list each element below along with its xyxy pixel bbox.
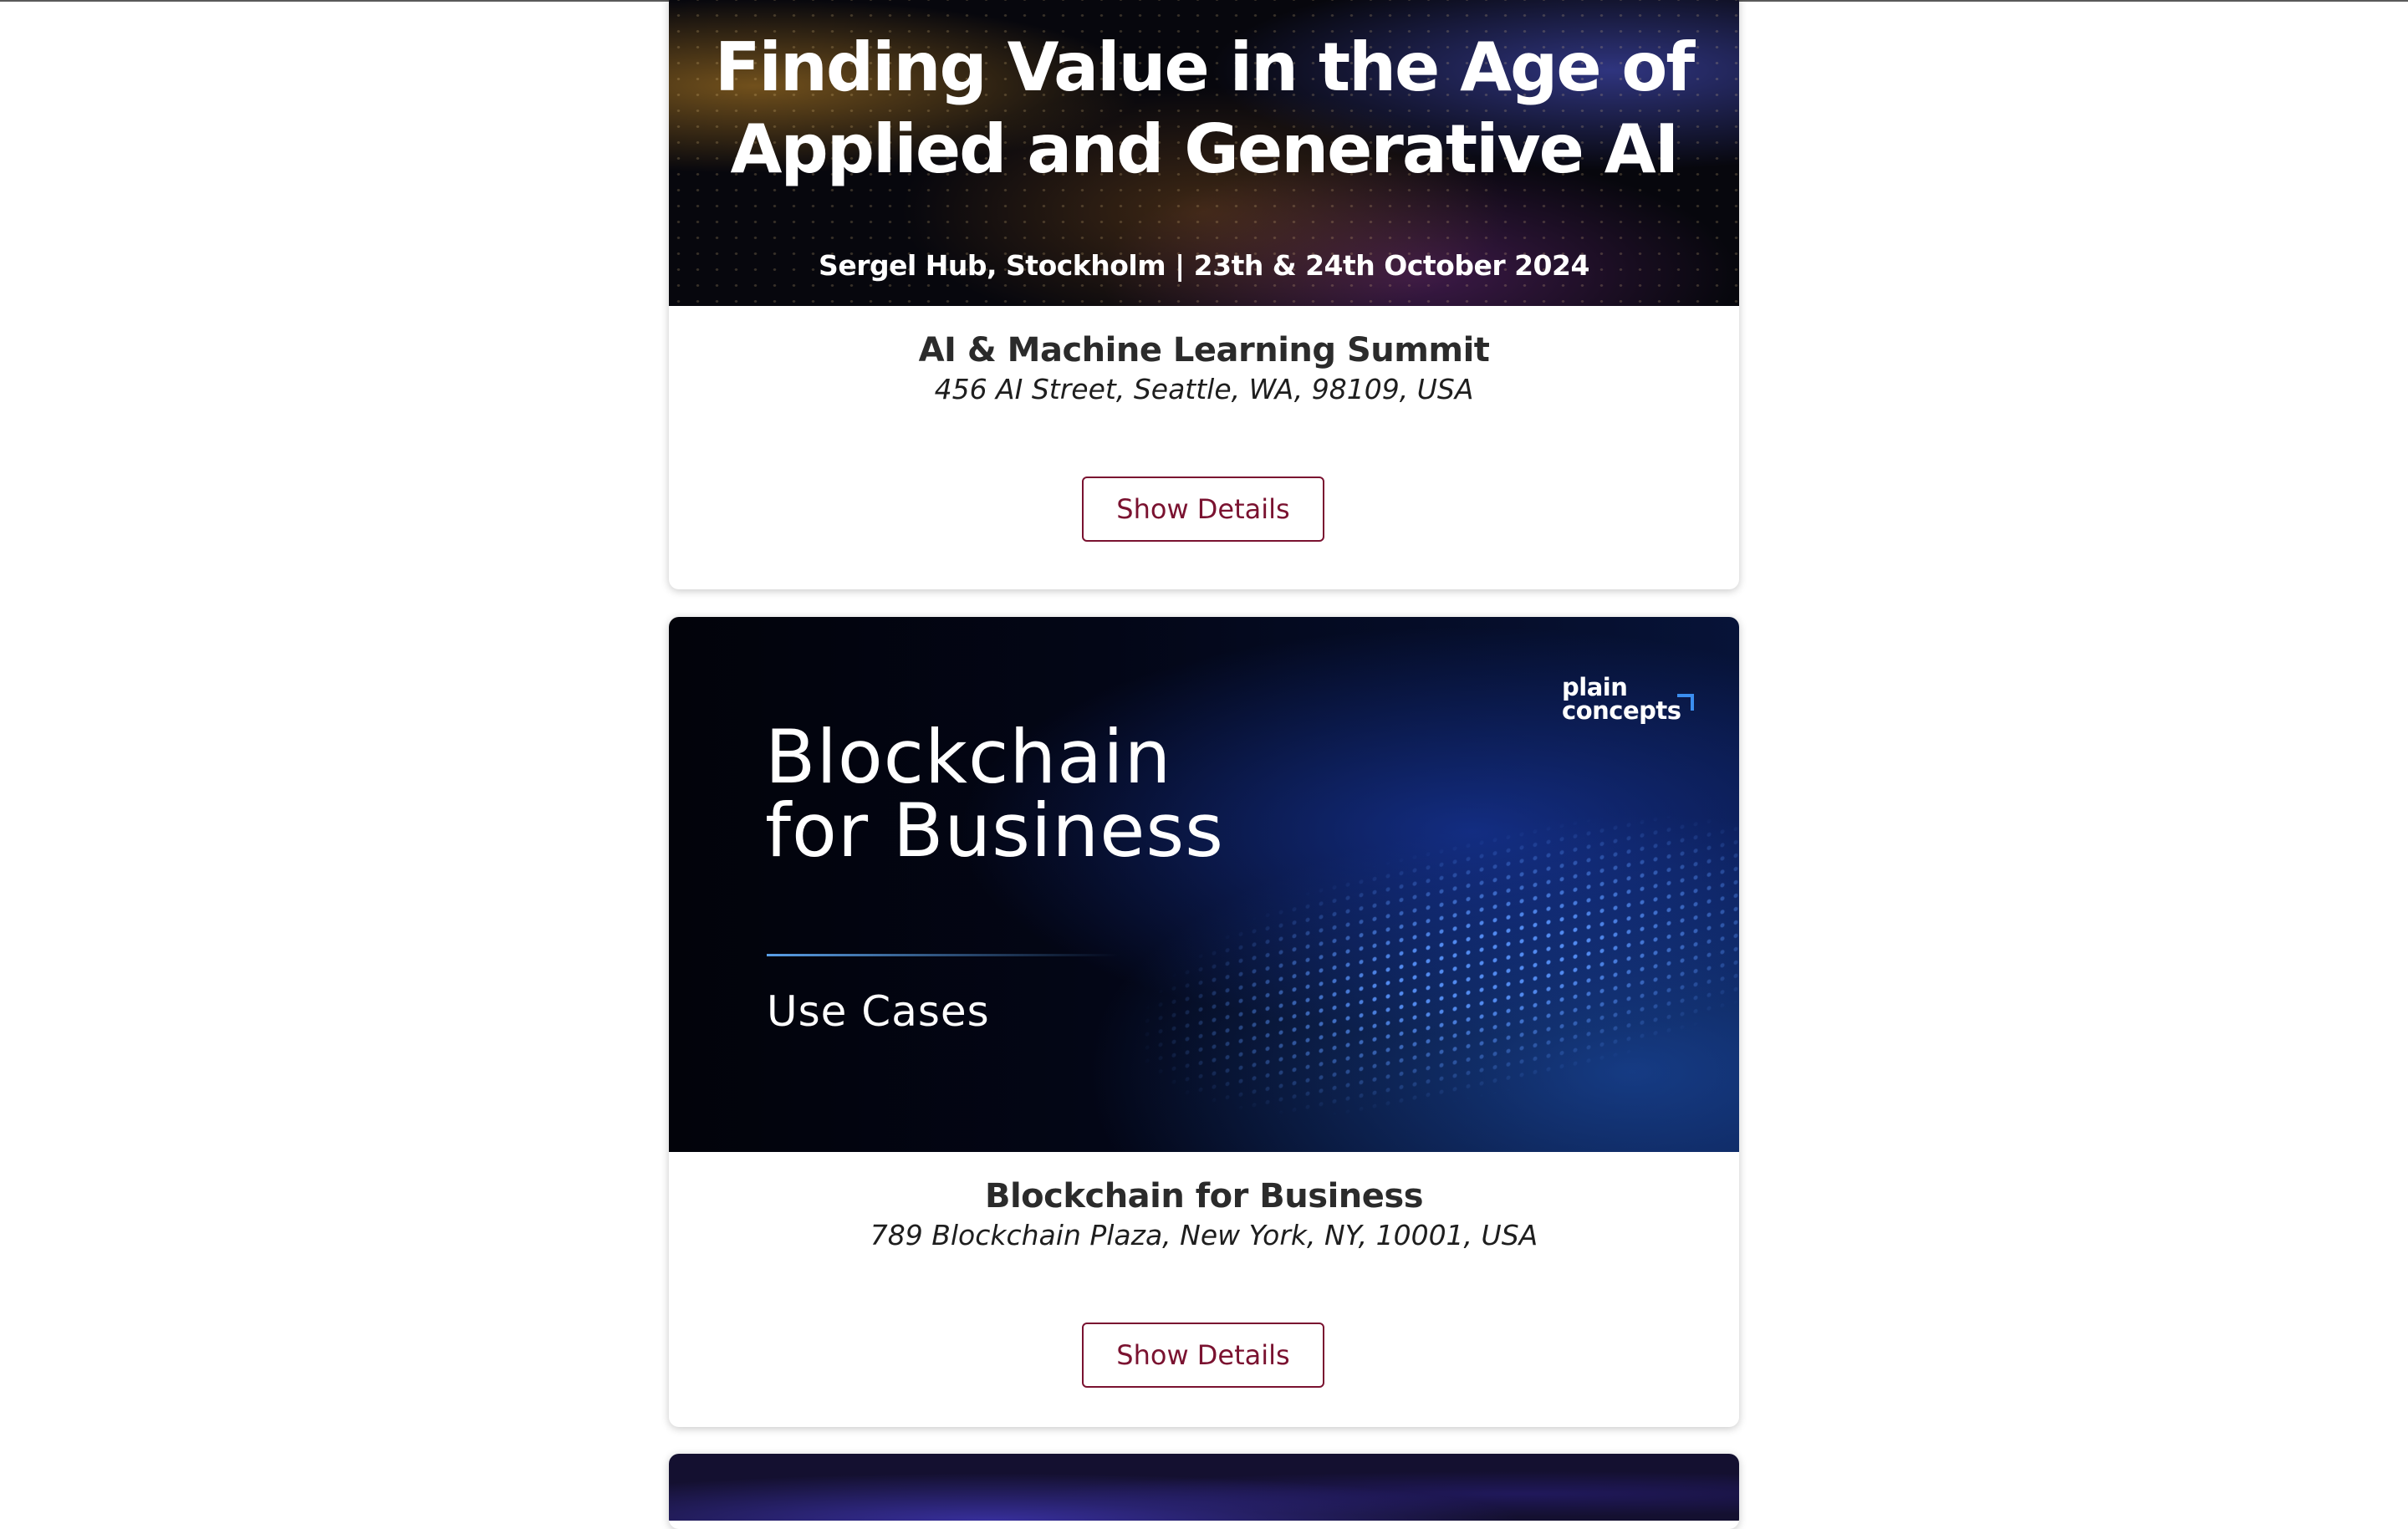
banner-subline: Use Cases <box>767 987 990 1036</box>
banner-divider <box>767 954 1118 956</box>
event-address: 789 Blockchain Plaza, New York, NY, 1000… <box>870 1219 1538 1251</box>
event-card-blockchain: plain concepts Blockchain for Business U… <box>669 617 1739 1427</box>
banner-headline-line2: Applied and Generative AI <box>730 110 1680 188</box>
show-details-button[interactable]: Show Details <box>1082 1323 1324 1388</box>
show-details-button[interactable]: Show Details <box>1082 477 1324 542</box>
logo-corner-icon <box>1677 694 1694 711</box>
event-banner-image: plain concepts Blockchain for Business U… <box>669 617 1739 1152</box>
banner-headline-line2: for Business <box>765 787 1225 874</box>
event-title: Blockchain for Business <box>984 1177 1424 1216</box>
banner-subline: Sergel Hub, Stockholm | 23th & 24th Octo… <box>819 249 1589 282</box>
banner-headline-line1: Finding Value in the Age of <box>714 28 1695 106</box>
event-banner-image: Finding Value in the Age of Applied and … <box>669 0 1739 306</box>
event-title: AI & Machine Learning Summit <box>918 331 1490 370</box>
banner-headline-line1: Blockchain <box>765 714 1172 800</box>
banner-headline: Blockchain for Business <box>765 721 1224 868</box>
event-card-body: Blockchain for Business 789 Blockchain P… <box>669 1152 1739 1427</box>
event-card-partial <box>669 1454 1739 1529</box>
plain-concepts-logo: plain concepts <box>1562 675 1694 723</box>
banner-headline: Finding Value in the Age of Applied and … <box>669 27 1739 191</box>
event-banner-image <box>669 1454 1739 1521</box>
event-address: 456 AI Street, Seattle, WA, 98109, USA <box>934 373 1474 405</box>
event-card-body: AI & Machine Learning Summit 456 AI Stre… <box>669 306 1739 589</box>
event-card-ai-summit: Finding Value in the Age of Applied and … <box>669 0 1739 589</box>
